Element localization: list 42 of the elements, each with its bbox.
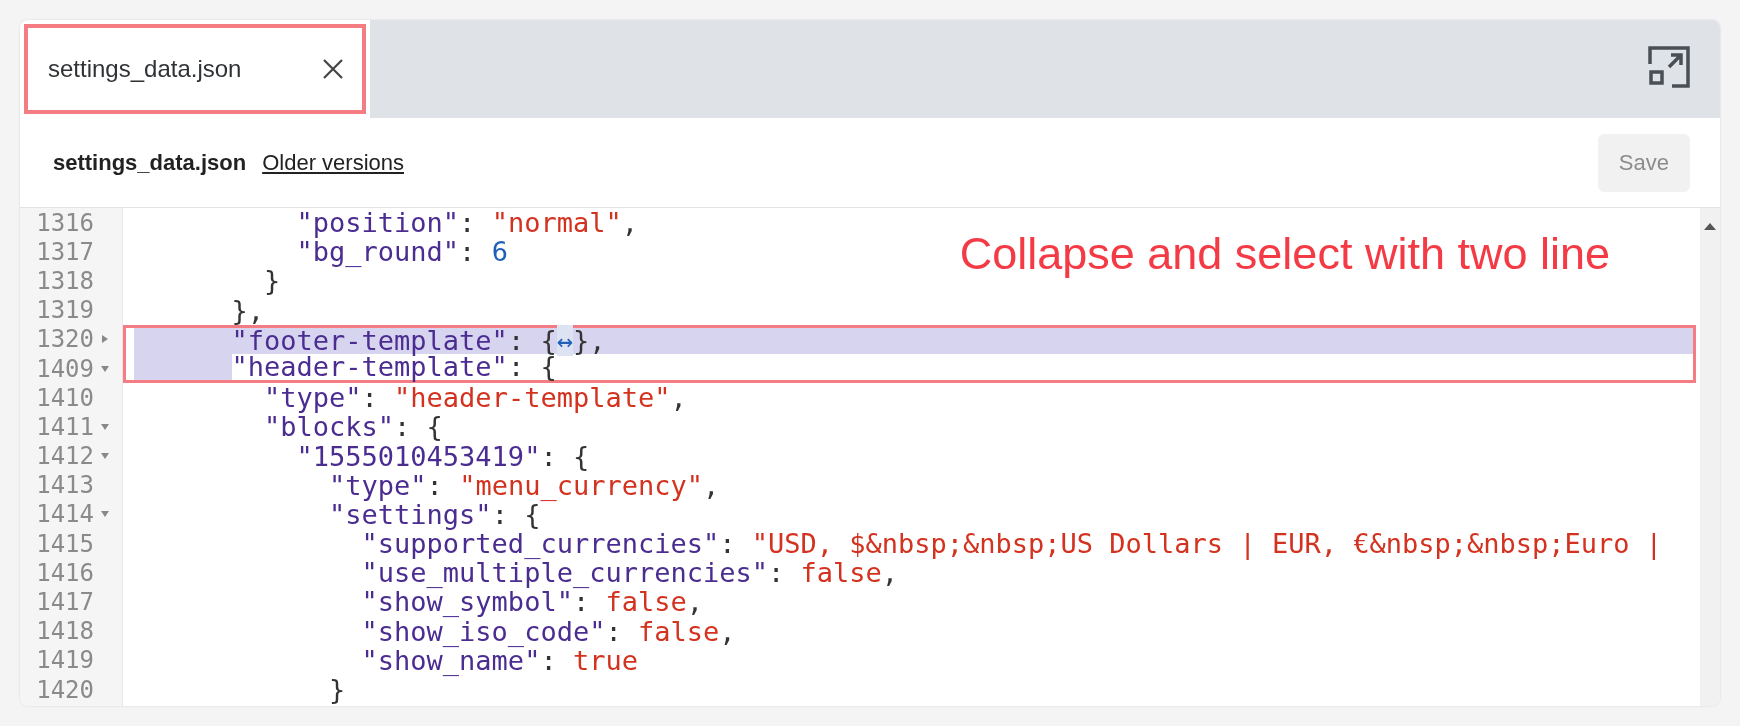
older-versions-link[interactable]: Older versions <box>262 149 404 176</box>
line-number: 1419 <box>35 646 94 675</box>
code-line: } <box>328 675 346 705</box>
fold-arrow-icon[interactable] <box>100 421 110 432</box>
line-number: 1420 <box>35 675 94 704</box>
code-line: "type": "header-template", <box>263 383 687 413</box>
line-number: 1410 <box>35 383 94 412</box>
line-number: 1318 <box>35 266 94 295</box>
line-number: 1416 <box>35 558 94 587</box>
line-number: 1319 <box>35 296 94 325</box>
line-number: 1415 <box>35 529 94 558</box>
fold-arrow-icon[interactable] <box>100 363 110 374</box>
annotation-text: Collapse and select with two line <box>959 228 1610 280</box>
scroll-up-icon[interactable] <box>1704 222 1716 230</box>
code-line: "bg_round": 6 <box>295 237 508 267</box>
line-number: 1320 <box>35 325 94 354</box>
scrollbar[interactable] <box>1700 208 1720 706</box>
code-line: "supported_currencies": "USD, $&nbsp;&nbsp;US Dollars | EUR, €&nbsp;&nbsp;Euro | <box>361 529 1663 559</box>
line-number: 1412 <box>35 442 94 471</box>
code-line: "blocks": { <box>263 412 443 442</box>
code-line: "use_multiple_currencies": false, <box>360 558 899 588</box>
expand-icon[interactable] <box>1648 46 1690 88</box>
line-number: 1413 <box>35 471 94 500</box>
line-number: 1317 <box>35 237 94 266</box>
line-number: 1418 <box>35 617 94 646</box>
line-number: 1411 <box>35 412 94 441</box>
code-line: "show_symbol": false, <box>360 587 703 617</box>
code-line: "1555010453419": { <box>295 441 590 471</box>
line-number: 1316 <box>35 208 94 237</box>
close-icon[interactable] <box>322 58 344 80</box>
code-line: "show_name": true <box>360 645 638 675</box>
code-line: }, <box>230 295 265 325</box>
code-line: "show_iso_code": false, <box>360 616 736 646</box>
line-number: 1409 <box>35 354 94 383</box>
code-line: "position": "normal", <box>295 208 638 238</box>
fold-arrow-icon[interactable] <box>100 334 110 345</box>
file-tab[interactable]: settings_data.json <box>20 20 370 118</box>
code-line: "type": "menu_currency", <box>328 470 720 500</box>
file-title: settings_data.json <box>53 149 247 176</box>
line-number: 1417 <box>35 588 94 617</box>
code-line: } <box>263 266 281 296</box>
line-number: 1414 <box>35 500 94 529</box>
